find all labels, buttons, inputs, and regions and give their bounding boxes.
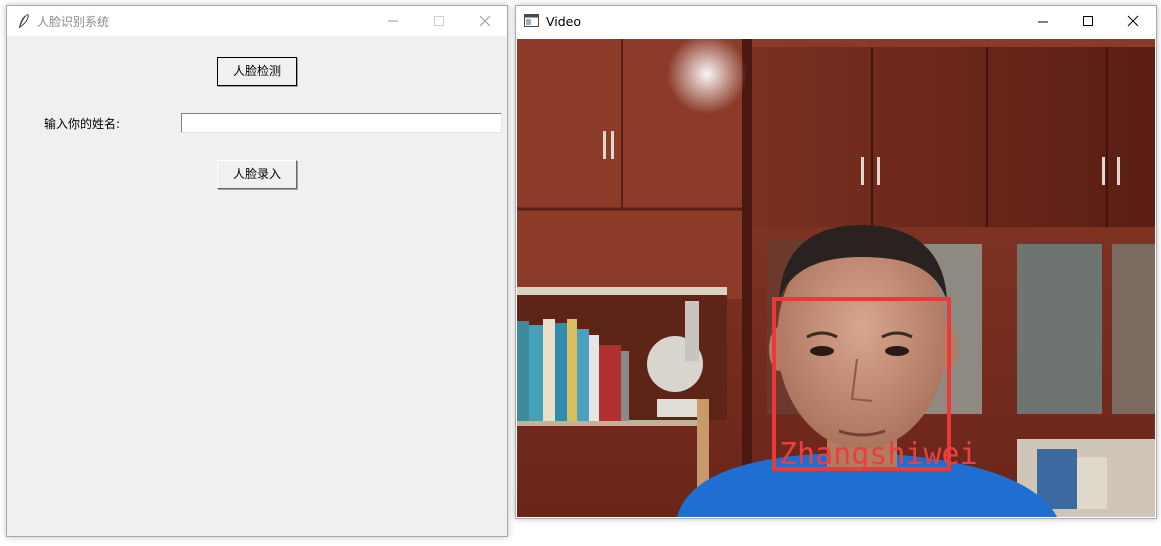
- name-input[interactable]: [181, 113, 502, 133]
- face-recognition-window: 人脸识别系统 人脸检测 输入你的姓名: 人脸录入: [6, 5, 508, 537]
- title-bar[interactable]: 人脸识别系统: [7, 6, 507, 36]
- camera-feed: Zhangshiwei: [517, 39, 1155, 517]
- window-title: 人脸识别系统: [37, 15, 110, 29]
- video-window: Video Zhangshiwei: [515, 5, 1157, 519]
- maximize-button[interactable]: [416, 6, 462, 36]
- maximize-icon: [434, 16, 444, 26]
- minimize-icon: [1038, 21, 1048, 23]
- video-minimize-button[interactable]: [1020, 6, 1066, 36]
- feather-icon: [19, 13, 29, 28]
- name-label: 输入你的姓名:: [44, 117, 121, 131]
- maximize-icon: [1083, 16, 1093, 26]
- minimize-icon: [388, 20, 398, 22]
- minimize-button[interactable]: [370, 6, 416, 36]
- video-maximize-button[interactable]: [1065, 6, 1111, 36]
- close-icon: [1127, 15, 1139, 27]
- video-close-button[interactable]: [1110, 6, 1156, 36]
- close-icon: [479, 15, 491, 27]
- face-detect-button[interactable]: 人脸检测: [217, 57, 297, 86]
- face-name-label: Zhangshiwei: [779, 437, 978, 472]
- close-button[interactable]: [462, 6, 508, 36]
- face-enroll-button[interactable]: 人脸录入: [217, 160, 297, 189]
- video-window-icon: [524, 14, 539, 27]
- video-window-title: Video: [546, 14, 582, 29]
- video-title-bar[interactable]: Video: [516, 6, 1156, 38]
